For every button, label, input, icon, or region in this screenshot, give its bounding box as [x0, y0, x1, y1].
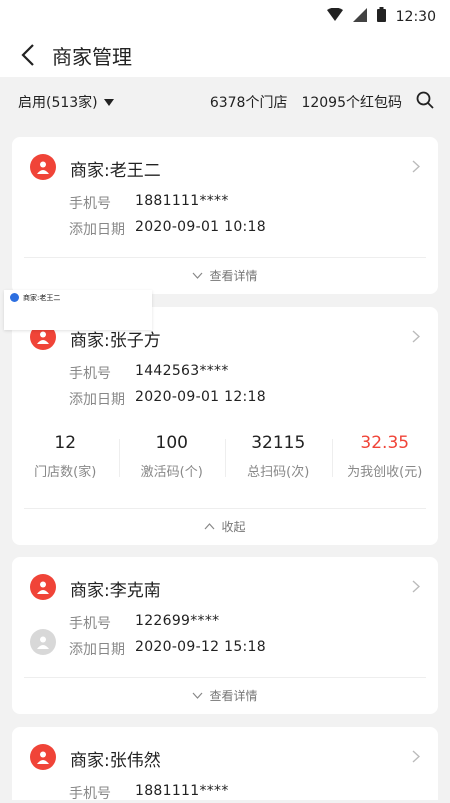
app-bar: 商家管理 [0, 33, 450, 77]
chevron-down-icon [193, 272, 203, 279]
date-value: 2020-09-01 10:18 [135, 219, 266, 235]
phone-value: 1442563**** [135, 363, 229, 379]
search-button[interactable] [416, 91, 434, 113]
stat-label: 激活码(个) [140, 465, 203, 480]
stat-value: 32115 [251, 433, 306, 453]
phone-label: 手机号 [69, 786, 111, 802]
user-icon [37, 751, 49, 764]
chevron-down-icon [193, 692, 203, 699]
phone-value: 1881111**** [135, 193, 229, 209]
stat-revenue: 32.35 为我创收(元) [331, 433, 439, 480]
stat-value: 32.35 [360, 433, 410, 453]
date-label: 添加日期 [69, 222, 125, 238]
merchant-avatar [30, 574, 56, 600]
status-filter-dropdown[interactable]: 启用(513家) [18, 92, 114, 112]
store-count: 6378个门店 [209, 95, 288, 111]
placeholder-avatar [30, 629, 56, 655]
merchant-name: 商家:老王二 [70, 161, 161, 181]
merchant-stats: 12 门店数(家) 100 激活码(个) 32115 总扫码(次) 32.35 … [12, 433, 438, 480]
expand-label: 查看详情 [209, 269, 258, 283]
redpack-count: 12095个红包码 [301, 95, 402, 111]
stat-value: 12 [54, 433, 77, 453]
divider [24, 508, 426, 509]
expand-details-button[interactable]: 查看详情 [12, 267, 438, 284]
wifi-icon [326, 7, 343, 26]
date-value: 2020-09-12 15:18 [135, 639, 266, 655]
status-time: 12:30 [395, 8, 436, 25]
date-label: 添加日期 [69, 392, 125, 408]
caret-down-icon [103, 98, 114, 106]
merchant-avatar [30, 744, 56, 770]
chevron-right-icon[interactable] [412, 750, 420, 763]
phone-label: 手机号 [69, 366, 111, 382]
collapse-button[interactable]: 收起 [12, 518, 438, 535]
user-icon [37, 331, 49, 344]
stat-label: 为我创收(元) [347, 465, 423, 480]
stat-label: 门店数(家) [34, 465, 97, 480]
merchant-card[interactable]: 商家:张子方 手机号 1442563**** 添加日期 2020-09-01 1… [12, 307, 438, 545]
user-dot-icon [10, 293, 19, 302]
page-title: 商家管理 [52, 44, 132, 69]
back-arrow-icon [21, 44, 34, 66]
chevron-right-icon[interactable] [412, 330, 420, 343]
divider [24, 677, 426, 678]
chevron-right-icon[interactable] [412, 160, 420, 173]
expand-label: 查看详情 [209, 689, 258, 703]
stat-stores: 12 门店数(家) [12, 433, 119, 480]
merchant-name: 商家:李克南 [70, 581, 161, 601]
merchant-card[interactable]: 商家:张伟然 手机号 1881111**** [12, 727, 438, 802]
divider [24, 257, 426, 258]
date-label: 添加日期 [69, 642, 125, 658]
signal-icon [352, 7, 367, 26]
battery-icon [376, 7, 386, 26]
stat-total-scans: 32115 总扫码(次) [225, 433, 332, 480]
phone-label: 手机号 [69, 616, 111, 632]
search-icon [416, 91, 434, 109]
chevron-right-icon[interactable] [412, 580, 420, 593]
date-value: 2020-09-01 12:18 [135, 389, 266, 405]
status-bar: 12:30 [0, 0, 450, 33]
merchant-card[interactable]: 商家:老王二 手机号 1881111**** 添加日期 2020-09-01 1… [12, 137, 438, 294]
merchant-avatar [30, 154, 56, 180]
user-icon [37, 636, 49, 649]
toast-text: 商家:老王二 [23, 294, 61, 302]
filter-bar: 启用(513家) 6378个门店 12095个红包码 [0, 77, 450, 127]
user-icon [37, 161, 49, 174]
merchant-name: 商家:张伟然 [70, 751, 161, 771]
chevron-up-icon [205, 523, 215, 530]
expand-details-button[interactable]: 查看详情 [12, 687, 438, 704]
phone-value: 122699**** [135, 613, 220, 629]
phone-label: 手机号 [69, 196, 111, 212]
merchant-card[interactable]: 商家:李克南 手机号 122699**** 添加日期 2020-09-12 15… [12, 557, 438, 714]
phone-value: 1881111**** [135, 783, 229, 799]
floating-preview-toast[interactable]: 商家:老王二 [4, 290, 152, 330]
stat-value: 100 [155, 433, 188, 453]
status-filter-label: 启用(513家) [18, 95, 98, 111]
stat-activation-codes: 100 激活码(个) [118, 433, 226, 480]
back-button[interactable] [8, 33, 48, 77]
stat-label: 总扫码(次) [247, 465, 310, 480]
collapse-label: 收起 [221, 520, 246, 534]
user-icon [37, 581, 49, 594]
